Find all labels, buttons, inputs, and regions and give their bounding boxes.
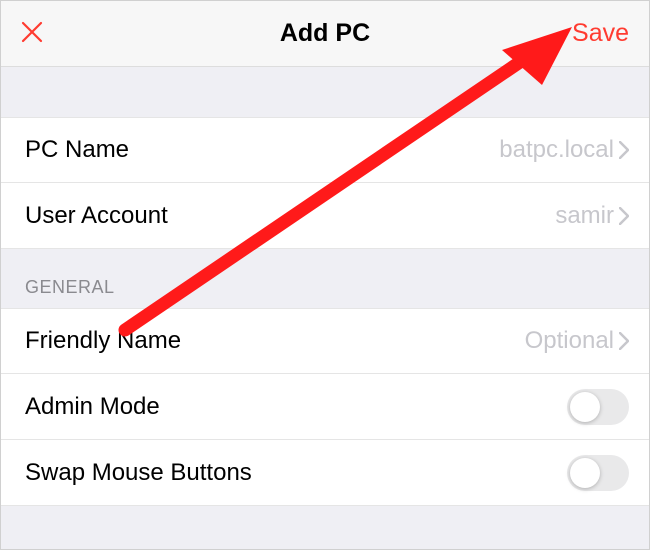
row-admin-mode[interactable]: Admin Mode bbox=[1, 374, 649, 440]
pc-name-label: PC Name bbox=[25, 136, 129, 164]
admin-mode-toggle[interactable] bbox=[567, 389, 629, 425]
row-user-account[interactable]: User Account samir bbox=[1, 183, 649, 249]
friendly-name-value: Optional bbox=[525, 327, 614, 355]
close-button[interactable] bbox=[21, 18, 81, 50]
admin-mode-label: Admin Mode bbox=[25, 393, 160, 421]
row-pc-name[interactable]: PC Name batpc.local bbox=[1, 117, 649, 183]
section-general-label: GENERAL bbox=[1, 249, 649, 308]
user-account-value: samir bbox=[555, 202, 614, 230]
user-account-label: User Account bbox=[25, 202, 168, 230]
save-button[interactable]: Save bbox=[569, 19, 629, 48]
row-swap-mouse[interactable]: Swap Mouse Buttons bbox=[1, 440, 649, 506]
header-bar: Add PC Save bbox=[1, 1, 649, 67]
chevron-right-icon bbox=[619, 207, 629, 225]
spacer bbox=[1, 67, 649, 117]
swap-mouse-toggle[interactable] bbox=[567, 455, 629, 491]
swap-mouse-label: Swap Mouse Buttons bbox=[25, 459, 252, 487]
close-icon bbox=[21, 21, 43, 43]
pc-name-value: batpc.local bbox=[499, 136, 614, 164]
chevron-right-icon bbox=[619, 141, 629, 159]
chevron-right-icon bbox=[619, 332, 629, 350]
friendly-name-label: Friendly Name bbox=[25, 327, 181, 355]
page-title: Add PC bbox=[280, 19, 370, 48]
row-friendly-name[interactable]: Friendly Name Optional bbox=[1, 308, 649, 374]
